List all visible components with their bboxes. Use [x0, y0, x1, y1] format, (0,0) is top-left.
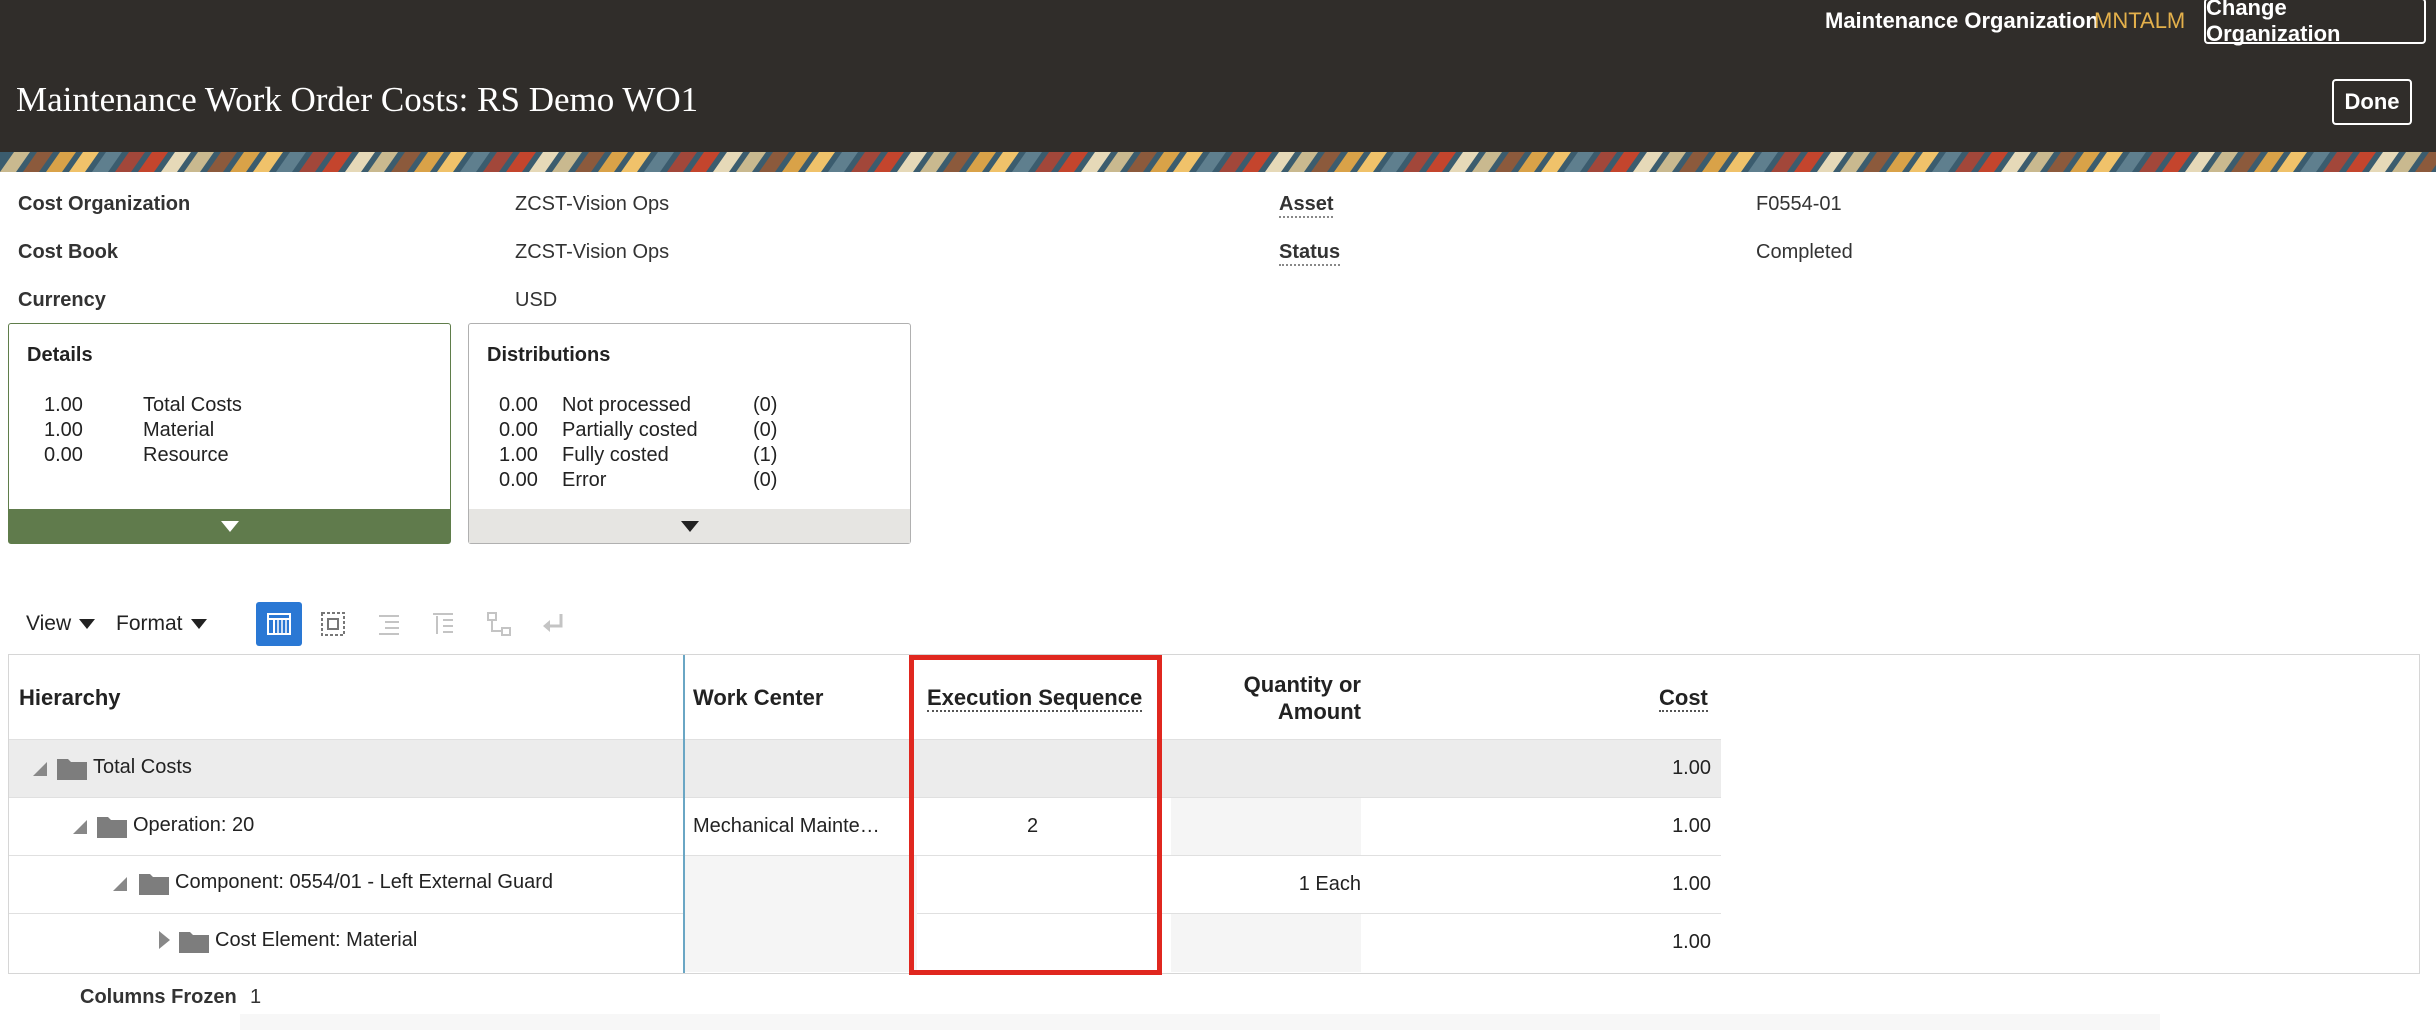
view-menu-label: View	[26, 612, 72, 635]
detach-button[interactable]	[310, 602, 356, 646]
work-center-cell: Mechanical Mainte…	[693, 815, 880, 837]
status-value: Completed	[1756, 241, 1853, 263]
asset-label[interactable]: Asset	[1279, 193, 1334, 218]
readonly-cell	[1171, 798, 1361, 855]
folder-icon	[179, 932, 209, 953]
folder-icon	[57, 759, 87, 780]
expand-down-icon	[220, 520, 239, 532]
expand-all-icon	[379, 615, 399, 635]
format-menu-label: Format	[116, 612, 183, 635]
cost-organization-label: Cost Organization	[18, 193, 191, 215]
distributions-fully-costed-count: (1)	[753, 444, 778, 466]
cost-cell: 1.00	[1672, 815, 1711, 837]
details-panel[interactable]: Details 1.00 Total Costs 1.00 Material 0…	[8, 323, 451, 544]
expand-down-icon	[680, 520, 699, 532]
details-total-costs-value: 1.00	[44, 394, 83, 416]
distributions-not-processed-value: 0.00	[499, 394, 538, 416]
chevron-down-icon	[79, 619, 96, 629]
collapse-icon[interactable]	[73, 820, 87, 834]
expand-all-button	[366, 602, 412, 646]
distributions-partially-costed-value: 0.00	[499, 419, 538, 441]
chevron-down-icon	[190, 619, 207, 629]
cost-header-text: Cost	[1659, 685, 1708, 712]
change-organization-button[interactable]: Change Organization	[2204, 0, 2426, 46]
column-header-hierarchy[interactable]: Hierarchy	[19, 685, 121, 711]
freeze-columns-icon	[267, 613, 291, 635]
columns-frozen-label: Columns Frozen	[80, 986, 237, 1008]
asset-label-text: Asset	[1279, 193, 1334, 218]
distributions-fully-costed-value: 1.00	[499, 444, 538, 466]
status-label-text: Status	[1279, 241, 1341, 266]
table-row-total-costs[interactable]	[9, 739, 1721, 797]
execution-sequence-highlight	[909, 655, 1162, 975]
cost-book-value: ZCST-Vision Ops	[515, 241, 670, 263]
detach-icon	[321, 612, 345, 636]
distributions-error-count: (0)	[753, 469, 778, 491]
hierarchy-cell: Total Costs	[93, 756, 192, 778]
quantity-header-line1: Quantity or	[1243, 672, 1361, 697]
details-resource-label: Resource	[143, 444, 229, 466]
maintenance-organization-code: MNTALM	[2094, 8, 2186, 33]
distributions-error-value: 0.00	[499, 469, 538, 491]
collapse-all-button	[420, 602, 466, 646]
details-resource-value: 0.00	[44, 444, 83, 466]
app-header: Maintenance Organization MNTALM Change O…	[0, 0, 2436, 152]
go-to-top-button	[530, 602, 576, 646]
cost-cell: 1.00	[1672, 757, 1711, 779]
frozen-column-divider	[683, 655, 685, 973]
view-menu[interactable]: View	[26, 612, 96, 636]
distributions-panel[interactable]: Distributions 0.00 Not processed (0) 0.0…	[468, 323, 911, 544]
quantity-header-line2: Amount	[1277, 699, 1361, 724]
hierarchy-cell: Operation: 20	[133, 814, 255, 836]
columns-frozen-value: 1	[250, 986, 262, 1008]
cost-book-label: Cost Book	[18, 241, 118, 263]
folder-icon	[97, 817, 127, 838]
distributions-fully-costed-label: Fully costed	[562, 444, 669, 466]
details-material-value: 1.00	[44, 419, 83, 441]
distributions-error-label: Error	[562, 469, 607, 491]
status-label[interactable]: Status	[1279, 241, 1341, 266]
distributions-title: Distributions	[487, 344, 611, 366]
page-title: Maintenance Work Order Costs: RS Demo WO…	[16, 80, 699, 119]
maintenance-organization-label: Maintenance Organization	[1825, 8, 2099, 33]
collapse-icon[interactable]	[33, 762, 47, 776]
costs-tree-table: Hierarchy Work Center Execution Sequence…	[8, 654, 2420, 974]
currency-label: Currency	[18, 289, 106, 311]
distributions-not-processed-label: Not processed	[562, 394, 691, 416]
done-button[interactable]: Done	[2332, 79, 2412, 125]
details-title: Details	[27, 344, 93, 366]
cost-cell: 1.00	[1672, 931, 1711, 953]
hierarchy-cell: Component: 0554/01 - Left External Guard	[175, 871, 554, 893]
readonly-cell	[1171, 914, 1361, 972]
collapse-icon[interactable]	[113, 877, 127, 891]
expand-icon[interactable]	[159, 931, 170, 949]
details-total-costs-label: Total Costs	[143, 394, 242, 416]
return-arrow-icon	[543, 614, 563, 632]
format-menu[interactable]: Format	[116, 612, 207, 636]
hierarchy-cell: Cost Element: Material	[215, 929, 418, 951]
hierarchy-icon	[487, 612, 511, 636]
readonly-cell	[685, 856, 917, 972]
horizontal-scrollbar[interactable]	[240, 1014, 2160, 1030]
column-header-quantity-or-amount[interactable]: Quantity or Amount	[1169, 671, 1361, 725]
column-header-cost[interactable]: Cost	[1659, 685, 1708, 712]
details-material-label: Material	[143, 419, 215, 441]
details-expand-bar[interactable]	[9, 509, 450, 543]
distributions-expand-bar[interactable]	[469, 509, 910, 543]
decorative-banner	[0, 152, 2436, 172]
cost-cell: 1.00	[1672, 873, 1711, 895]
freeze-columns-button[interactable]	[256, 602, 302, 646]
quantity-cell: 1 Each	[1298, 873, 1361, 895]
column-header-work-center[interactable]: Work Center	[693, 685, 823, 711]
collapse-all-icon	[433, 613, 453, 634]
currency-value: USD	[515, 289, 558, 311]
folder-icon	[139, 874, 169, 895]
hierarchy-button	[476, 602, 522, 646]
cost-organization-value: ZCST-Vision Ops	[515, 193, 670, 215]
asset-value: F0554-01	[1756, 193, 1842, 215]
distributions-partially-costed-label: Partially costed	[562, 419, 698, 441]
distributions-not-processed-count: (0)	[753, 394, 778, 416]
distributions-partially-costed-count: (0)	[753, 419, 778, 441]
